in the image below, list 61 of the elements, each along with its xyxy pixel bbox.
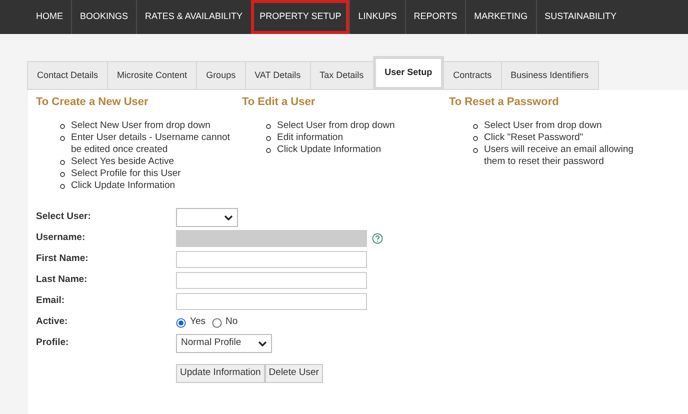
bullet-icon — [266, 136, 271, 141]
instruction-heading: To Edit a User — [242, 95, 316, 110]
instruction-step: Users will receive an email allowing them to reset their password — [484, 144, 649, 168]
bullet-icon — [60, 184, 65, 189]
tab[interactable]: Business Identifiers — [500, 61, 599, 90]
bullet-icon — [473, 148, 478, 153]
instruction-step: Click "Reset Password" — [484, 132, 590, 144]
nav-item[interactable]: REPORTS — [404, 0, 466, 34]
bullet-icon — [60, 160, 65, 165]
instruction-step: Select New User from drop down — [71, 120, 216, 132]
nav-item[interactable]: BOOKINGS — [71, 0, 136, 34]
bullet-icon — [266, 148, 271, 153]
tab[interactable]: Groups — [196, 61, 246, 90]
form-button[interactable]: Delete User — [264, 364, 323, 383]
field-label: Username: — [36, 231, 86, 246]
text-field[interactable] — [176, 293, 367, 310]
instruction-step: Click Update Information — [71, 180, 182, 192]
instruction-heading: To Reset a Password — [449, 95, 560, 110]
field-label: First Name: — [36, 252, 90, 266]
field-label: Last Name: — [36, 273, 88, 288]
field-label: Active: — [36, 315, 69, 330]
caret-icon — [258, 340, 267, 346]
radio-label: No — [226, 315, 238, 330]
form-button[interactable]: Update Information — [176, 364, 265, 383]
tab[interactable]: Contact Details — [27, 61, 108, 90]
bullet-icon — [60, 124, 65, 129]
radio-button[interactable] — [212, 318, 222, 328]
instruction-step: Edit information — [277, 132, 350, 144]
instruction-step: Enter User details - Username cannot be edited once created — [71, 132, 242, 156]
dropdown[interactable]: Normal Profile — [176, 334, 272, 353]
tab[interactable]: Contracts — [443, 61, 502, 90]
tab[interactable]: VAT Details — [244, 61, 311, 90]
nav-item[interactable]: PROPERTY SETUP — [250, 0, 350, 34]
field-label: Select User: — [36, 210, 92, 224]
bullet-icon — [60, 172, 65, 177]
bullet-icon — [60, 136, 65, 141]
instruction-step: Click Update Information — [277, 144, 388, 156]
instruction-step: Select Profile for this User — [71, 168, 187, 180]
nav-item[interactable]: MARKETING — [465, 0, 536, 34]
caret-icon — [224, 214, 233, 220]
instruction-step: Select Yes beside Active — [71, 156, 180, 168]
field-label: Email: — [36, 294, 66, 308]
text-field[interactable] — [176, 251, 367, 268]
instruction-heading: To Create a New User — [36, 95, 150, 110]
bullet-icon — [473, 136, 478, 141]
bullet-icon — [473, 124, 478, 129]
tab[interactable]: User Setup — [372, 56, 444, 90]
instruction-step: Select User from drop down — [484, 120, 608, 132]
field-label: Profile: — [36, 336, 70, 350]
instruction-step: Select User from drop down — [277, 120, 401, 132]
nav-item[interactable]: LINKUPS — [349, 0, 405, 34]
tab[interactable]: Tax Details — [310, 61, 374, 90]
radio-label: Yes — [190, 315, 206, 330]
nav-item[interactable]: RATES & AVAILABILITY — [136, 0, 251, 34]
nav-item[interactable]: SUSTAINABILITY — [536, 0, 624, 34]
radio-button[interactable] — [176, 318, 186, 328]
dropdown[interactable] — [176, 208, 238, 227]
tab[interactable]: Microsite Content — [107, 61, 198, 90]
text-field[interactable] — [176, 272, 367, 289]
nav-item[interactable]: HOME — [28, 0, 71, 34]
bullet-icon — [266, 124, 271, 129]
